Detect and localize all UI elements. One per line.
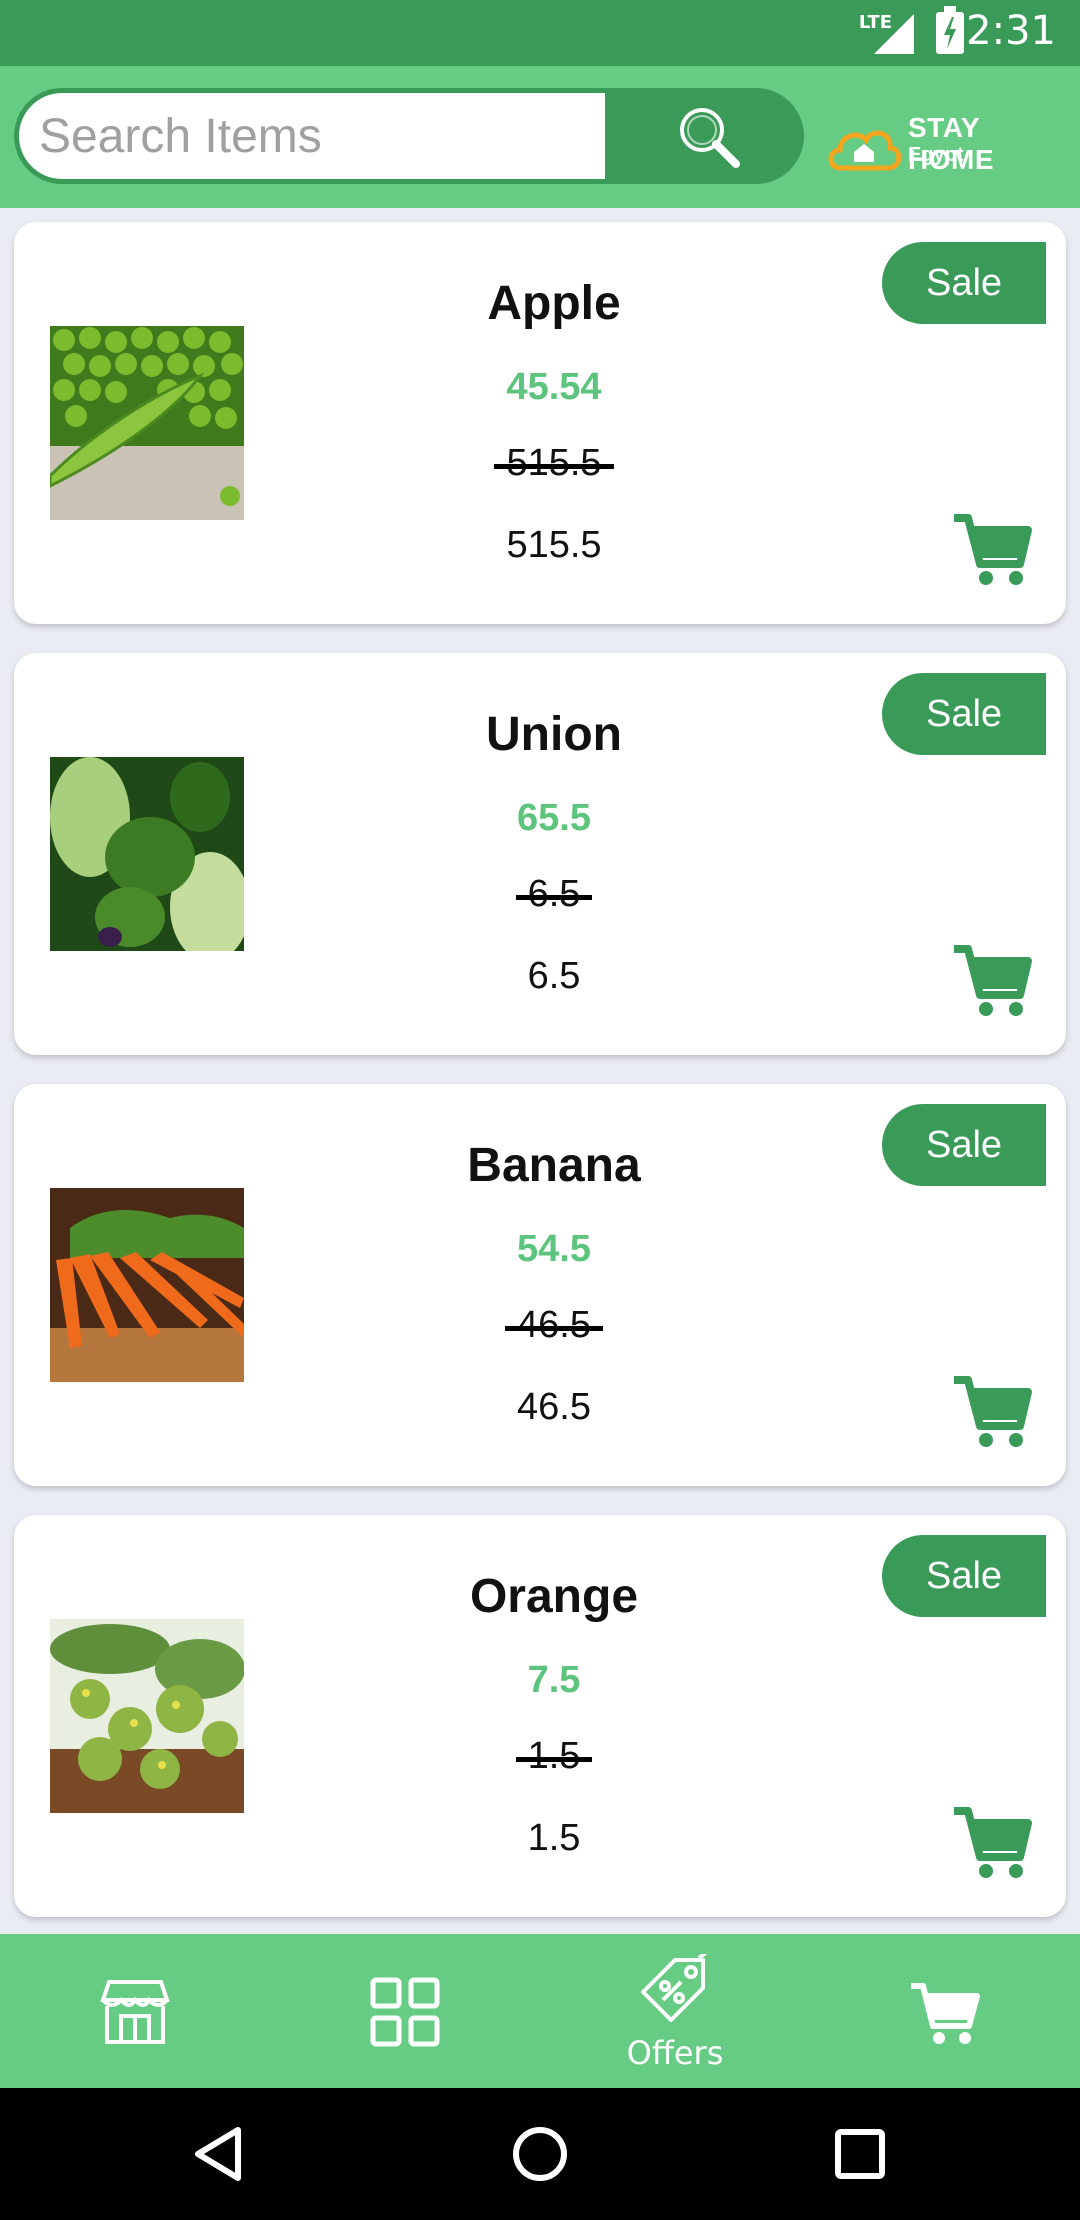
nav-offers[interactable]: Offers xyxy=(540,1934,810,2088)
product-sale-price: 54.5 xyxy=(517,1228,591,1270)
nav-offers-label: Offers xyxy=(626,2034,724,2072)
product-list: Apple 45.54 515.5 515.5 Sale Union 65.5 … xyxy=(0,208,1080,1934)
search-input[interactable] xyxy=(19,93,605,179)
grid-icon xyxy=(370,1977,440,2047)
bottom-navigation: Offers xyxy=(0,1934,1080,2088)
product-old-price: 515.5 xyxy=(254,442,854,485)
search-button[interactable] xyxy=(674,102,744,172)
system-navigation-bar xyxy=(0,2088,1080,2220)
cart-icon xyxy=(954,514,1032,585)
product-image-greens xyxy=(50,757,244,951)
product-image-carrots xyxy=(50,1188,244,1382)
sale-badge[interactable]: Sale xyxy=(882,1104,1046,1186)
sale-badge[interactable]: Sale xyxy=(882,673,1046,755)
product-card[interactable]: Banana 54.5 46.5 46.5 Sale xyxy=(14,1084,1066,1486)
signal-icon xyxy=(874,14,914,54)
cloud-home-icon xyxy=(828,130,902,171)
search-icon xyxy=(680,108,740,168)
cart-icon xyxy=(954,945,1032,1016)
brand-subtitle: Egypt xyxy=(908,144,964,166)
nav-cart[interactable] xyxy=(810,1934,1080,2088)
product-price: 1.5 xyxy=(527,1817,581,1859)
nav-categories[interactable] xyxy=(270,1934,540,2088)
app-header: STAY HOME Egypt xyxy=(0,66,1080,208)
offers-tag-icon xyxy=(641,1954,708,2022)
product-name: Orange xyxy=(469,1570,639,1623)
home-icon[interactable] xyxy=(510,2124,570,2184)
product-name: Union xyxy=(486,708,622,761)
add-to-cart-button[interactable] xyxy=(950,1805,1032,1881)
product-card[interactable]: Apple 45.54 515.5 515.5 Sale xyxy=(14,222,1066,624)
back-icon[interactable] xyxy=(190,2124,250,2184)
cart-icon xyxy=(954,1376,1032,1447)
product-image-peas xyxy=(50,326,244,520)
product-name: Apple xyxy=(487,277,621,330)
search-bar xyxy=(14,88,804,184)
cart-icon xyxy=(954,1807,1032,1878)
product-image-broccoli xyxy=(50,1619,244,1813)
product-sale-price: 65.5 xyxy=(517,797,591,839)
nav-store[interactable] xyxy=(0,1934,270,2088)
product-old-price: 6.5 xyxy=(254,873,854,916)
product-sale-price: 45.54 xyxy=(506,366,602,408)
clock: 2:31 xyxy=(966,8,1056,54)
product-old-price: 46.5 xyxy=(254,1304,854,1347)
product-price: 46.5 xyxy=(517,1386,591,1428)
recents-icon[interactable] xyxy=(830,2124,890,2184)
product-sale-price: 7.5 xyxy=(527,1659,581,1701)
store-icon xyxy=(100,1980,170,2044)
add-to-cart-button[interactable] xyxy=(950,1374,1032,1450)
battery-icon xyxy=(936,6,964,54)
sale-badge[interactable]: Sale xyxy=(882,242,1046,324)
product-old-price: 1.5 xyxy=(254,1735,854,1778)
product-card[interactable]: Orange 7.5 1.5 1.5 Sale xyxy=(14,1515,1066,1917)
product-price: 515.5 xyxy=(506,524,602,566)
sale-badge[interactable]: Sale xyxy=(882,1535,1046,1617)
cart-icon xyxy=(911,1983,980,2044)
add-to-cart-button[interactable] xyxy=(950,943,1032,1019)
product-card[interactable]: Union 65.5 6.5 6.5 Sale xyxy=(14,653,1066,1055)
product-name: Banana xyxy=(467,1139,641,1192)
brand-logo: STAY HOME Egypt xyxy=(826,110,1066,180)
status-bar: LTE 2:31 xyxy=(0,0,1080,66)
add-to-cart-button[interactable] xyxy=(950,512,1032,588)
product-price: 6.5 xyxy=(527,955,581,997)
